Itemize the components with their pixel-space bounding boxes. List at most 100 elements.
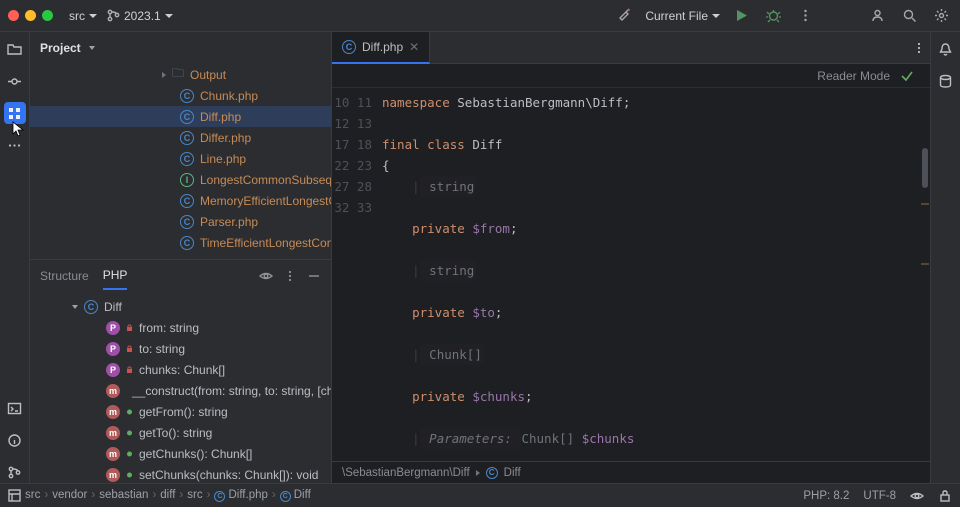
- search-everywhere-button[interactable]: [898, 5, 920, 27]
- visibility-icon[interactable]: [259, 269, 273, 283]
- tree-row[interactable]: CParser.php: [30, 211, 331, 232]
- tree-row[interactable]: C TimeEfficientLongestCommo…: [30, 232, 331, 253]
- chevron-down-icon: [89, 14, 97, 18]
- breadcrumb-item[interactable]: src: [187, 489, 202, 501]
- breadcrumb-item[interactable]: diff: [160, 489, 175, 501]
- crumb-class[interactable]: Diff: [504, 467, 521, 479]
- code-with-me-button[interactable]: [866, 5, 888, 27]
- structure-member-label: setChunks(chunks: Chunk[]): void: [139, 468, 318, 482]
- tree-item-label: Diff.php: [200, 110, 241, 124]
- structure-member[interactable]: P chunks: Chunk[]: [30, 359, 331, 380]
- git-icon: [7, 465, 22, 480]
- structure-member[interactable]: m getFrom(): string: [30, 401, 331, 422]
- tree-row[interactable]: CDiffer.php: [30, 127, 331, 148]
- code-content[interactable]: namespace SebastianBergmann\Diff; final …: [382, 88, 930, 461]
- property-icon: P: [106, 321, 120, 335]
- tree-row[interactable]: CChunk.php: [30, 85, 331, 106]
- tree-item-label: TimeEfficientLongestCommo…: [200, 236, 331, 250]
- breadcrumb-item[interactable]: src: [25, 489, 40, 501]
- tab-structure[interactable]: Structure: [40, 263, 89, 289]
- lock-icon[interactable]: [938, 489, 952, 503]
- folder-icon: 🗀: [172, 64, 184, 85]
- encoding-label[interactable]: UTF-8: [863, 490, 896, 502]
- search-icon: [902, 8, 917, 23]
- project-tool-button[interactable]: [4, 38, 26, 60]
- breadcrumb-item[interactable]: vendor: [52, 489, 87, 501]
- structure-tree[interactable]: C DiffP from: stringP to: stringP chunks…: [30, 292, 331, 483]
- run-config-label: Current File: [645, 9, 708, 23]
- editor-area: C Diff.php ✕ Reader Mode 10 11 12 13 17 …: [332, 32, 930, 483]
- scrollbar-marks: [920, 88, 930, 461]
- minimize-window-icon[interactable]: [25, 10, 36, 21]
- tree-row[interactable]: CMemoryEfficientLongestCom…: [30, 190, 331, 211]
- tree-row[interactable]: 🗀Output: [30, 64, 331, 85]
- kebab-icon[interactable]: [283, 269, 297, 283]
- breadcrumb-item[interactable]: Diff: [294, 489, 311, 501]
- file-tab-diff[interactable]: C Diff.php ✕: [332, 32, 430, 64]
- tree-row[interactable]: CLine.php: [30, 148, 331, 169]
- vcs-branch[interactable]: 2023.1: [107, 9, 173, 23]
- interface-file-icon: I: [180, 173, 194, 187]
- structure-member[interactable]: m __construct(from: string, to: string, …: [30, 380, 331, 401]
- navigation-breadcrumbs[interactable]: src›vendor›sebastian›diff›src›CDiff.php›…: [25, 489, 311, 502]
- structure-member[interactable]: m getChunks(): Chunk[]: [30, 443, 331, 464]
- structure-member[interactable]: P from: string: [30, 317, 331, 338]
- tab-php[interactable]: PHP: [103, 262, 128, 290]
- kebab-icon[interactable]: [912, 41, 926, 55]
- php-version-label[interactable]: PHP: 8.2: [803, 490, 849, 502]
- maximize-window-icon[interactable]: [42, 10, 53, 21]
- class-file-icon: C: [214, 491, 225, 502]
- commit-icon: [7, 74, 22, 89]
- breadcrumb-item[interactable]: sebastian: [99, 489, 148, 501]
- structure-member[interactable]: m setChunks(chunks: Chunk[]): void: [30, 464, 331, 483]
- structure-root-label: Diff: [104, 300, 122, 314]
- reader-mode-label[interactable]: Reader Mode: [817, 69, 890, 83]
- vcs-tool-button[interactable]: [4, 461, 26, 483]
- more-tool-button[interactable]: [4, 134, 26, 156]
- commit-tool-button[interactable]: [4, 70, 26, 92]
- structure-root[interactable]: C Diff: [30, 296, 331, 317]
- tree-item-label: Line.php: [200, 152, 246, 166]
- property-icon: P: [106, 363, 120, 377]
- reader-mode-icon[interactable]: [910, 489, 924, 503]
- editor-breadcrumbs[interactable]: \SebastianBergmann\Diff C Diff: [332, 461, 930, 483]
- title-bar: src 2023.1 Current File: [0, 0, 960, 32]
- minimize-icon[interactable]: [307, 269, 321, 283]
- breadcrumb-item[interactable]: Diff.php: [228, 489, 267, 501]
- crumb-namespace[interactable]: \SebastianBergmann\Diff: [342, 467, 470, 479]
- structure-member-label: getFrom(): string: [139, 405, 228, 419]
- settings-button[interactable]: [930, 5, 952, 27]
- database-button[interactable]: [935, 70, 957, 92]
- tree-item-label: Differ.php: [200, 131, 251, 145]
- tree-row[interactable]: ILongestCommonSubsequenc…: [30, 169, 331, 190]
- play-icon: [734, 8, 749, 23]
- right-tool-strip: [930, 32, 960, 483]
- left-tool-strip: [0, 32, 30, 483]
- project-panel-header[interactable]: Project: [30, 32, 331, 64]
- method-icon: m: [106, 384, 120, 398]
- tree-row[interactable]: C Diff.php: [30, 106, 331, 127]
- run-config-selector[interactable]: Current File: [645, 9, 720, 23]
- close-tab-icon[interactable]: ✕: [409, 40, 419, 54]
- project-selector-label: src: [69, 9, 85, 23]
- more-actions-button[interactable]: [794, 5, 816, 27]
- debug-button[interactable]: [762, 5, 784, 27]
- code-editor[interactable]: 10 11 12 13 17 18 22 23 27 28 32 33 name…: [332, 88, 930, 461]
- problems-tool-button[interactable]: [4, 429, 26, 451]
- chevron-down-icon: [72, 305, 78, 309]
- main-area: Project 🗀OutputCChunk.phpCDiff.phpCDiffe…: [0, 32, 960, 483]
- gear-icon: [934, 8, 949, 23]
- tool-windows-icon[interactable]: [8, 489, 21, 502]
- project-tree[interactable]: 🗀OutputCChunk.phpCDiff.phpCDiffer.phpCLi…: [30, 64, 331, 259]
- close-window-icon[interactable]: [8, 10, 19, 21]
- notifications-button[interactable]: [935, 38, 957, 60]
- structure-member[interactable]: P to: string: [30, 338, 331, 359]
- terminal-tool-button[interactable]: [4, 397, 26, 419]
- structure-member[interactable]: m getTo(): string: [30, 422, 331, 443]
- structure-tool-button[interactable]: [4, 102, 26, 124]
- run-button[interactable]: [730, 5, 752, 27]
- build-button[interactable]: [613, 5, 635, 27]
- class-file-icon: C: [180, 110, 194, 124]
- project-selector[interactable]: src: [69, 9, 97, 23]
- class-file-icon: C: [180, 236, 194, 250]
